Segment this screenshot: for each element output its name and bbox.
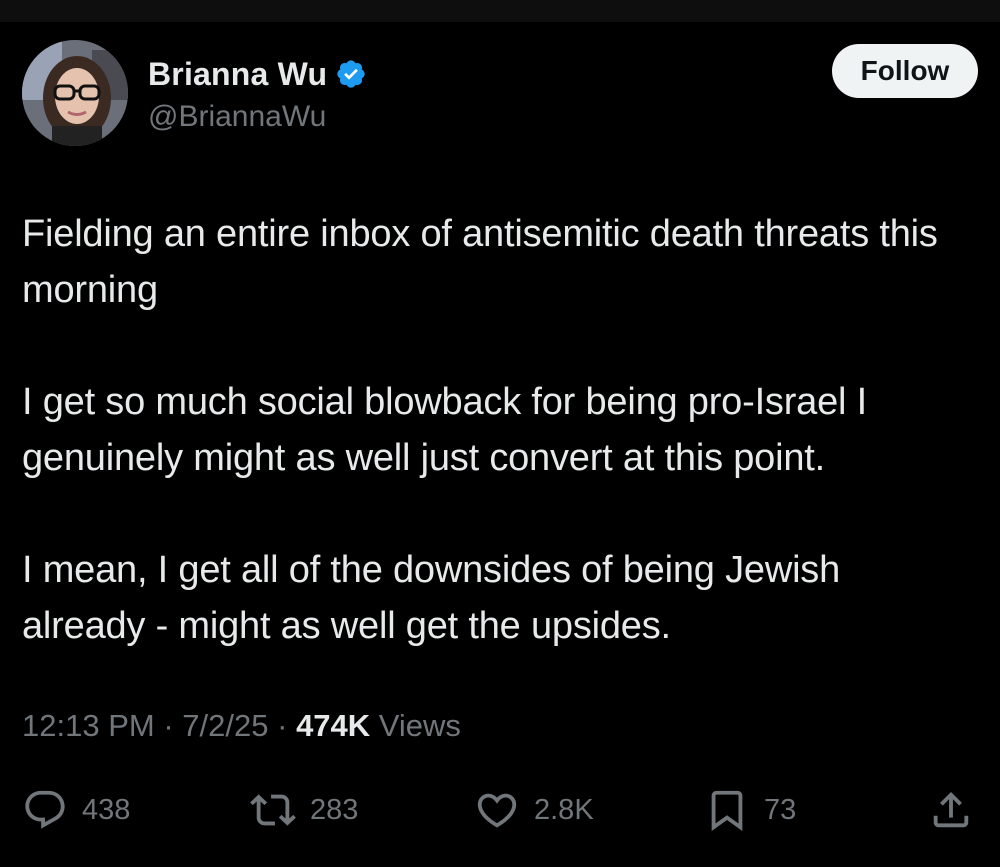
repost-count: 283 xyxy=(310,793,359,826)
bookmark-count: 73 xyxy=(764,793,797,826)
author-handle[interactable]: @BriannaWu xyxy=(148,100,367,134)
tweet-text: Fielding an entire inbox of antisemitic … xyxy=(22,206,972,710)
bookmark-button[interactable]: 73 xyxy=(704,782,796,838)
reply-icon xyxy=(22,787,68,833)
reply-button[interactable]: 438 xyxy=(22,782,130,838)
top-status-strip xyxy=(0,0,1000,22)
share-button[interactable] xyxy=(928,782,974,838)
tweet-paragraph-3: I mean, I get all of the downsides of be… xyxy=(22,549,841,647)
bookmark-icon xyxy=(704,787,750,833)
display-name[interactable]: Brianna Wu xyxy=(148,56,327,93)
views-label: Views xyxy=(378,708,461,743)
like-count: 2.8K xyxy=(534,793,594,826)
reply-count: 438 xyxy=(82,793,131,826)
share-icon xyxy=(928,787,974,833)
heart-icon xyxy=(474,787,520,833)
tweet-header: Brianna Wu @BriannaWu Follow xyxy=(22,40,978,150)
tweet-date[interactable]: 7/2/25 xyxy=(182,708,268,743)
avatar[interactable] xyxy=(22,40,128,146)
verified-badge-icon xyxy=(335,58,367,90)
meta-separator: · xyxy=(277,708,288,743)
tweet-actions: 438 283 2.8K 73 xyxy=(22,782,978,838)
like-button[interactable]: 2.8K xyxy=(474,782,594,838)
repost-icon xyxy=(250,787,296,833)
views-count: 474K xyxy=(296,708,371,743)
tweet-paragraph-1: Fielding an entire inbox of antisemitic … xyxy=(22,213,938,311)
tweet-paragraph-2: I get so much social blowback for being … xyxy=(22,381,868,479)
display-name-row: Brianna Wu xyxy=(148,54,367,94)
tweet-time[interactable]: 12:13 PM xyxy=(22,708,155,743)
tweet-meta: 12:13 PM · 7/2/25 · 474K Views xyxy=(22,708,461,744)
author-block: Brianna Wu @BriannaWu xyxy=(148,54,367,134)
follow-button[interactable]: Follow xyxy=(832,44,978,98)
repost-button[interactable]: 283 xyxy=(250,782,358,838)
meta-separator: · xyxy=(163,708,174,743)
